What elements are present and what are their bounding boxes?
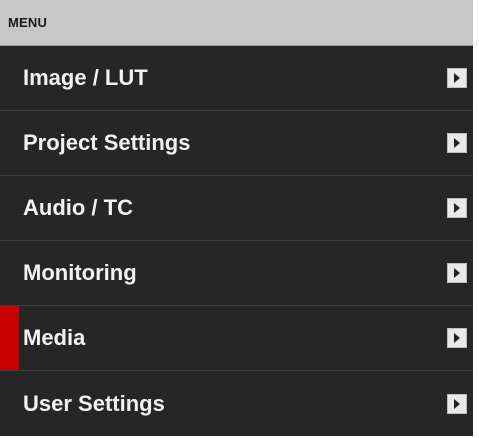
menu-item-label: Project Settings (23, 130, 191, 155)
chevron-right-icon (447, 133, 467, 153)
chevron-right-icon (447, 328, 467, 348)
menu-item-project-settings[interactable]: Project Settings (0, 111, 473, 176)
chevron-right-icon (447, 68, 467, 88)
menu-item-user-settings[interactable]: User Settings (0, 371, 473, 436)
menu-header: MENU (0, 0, 473, 46)
menu-item-monitoring[interactable]: Monitoring (0, 241, 473, 306)
chevron-right-icon (447, 393, 467, 414)
chevron-right-icon (447, 263, 467, 283)
menu-panel: MENU Image / LUT Project Settings Audio … (0, 0, 473, 436)
menu-item-label: Monitoring (23, 260, 137, 285)
selected-indicator (0, 306, 19, 370)
menu-item-label: Media (23, 325, 86, 350)
chevron-right-icon (447, 198, 467, 218)
menu-item-media[interactable]: Media (0, 306, 473, 371)
menu-item-label: Audio / TC (23, 195, 133, 220)
menu-item-label: Image / LUT (23, 65, 148, 90)
menu-list: Image / LUT Project Settings Audio / TC … (0, 46, 473, 436)
menu-item-audio-tc[interactable]: Audio / TC (0, 176, 473, 241)
menu-item-image-lut[interactable]: Image / LUT (0, 46, 473, 111)
menu-item-label: User Settings (23, 390, 165, 416)
menu-title: MENU (8, 15, 48, 30)
